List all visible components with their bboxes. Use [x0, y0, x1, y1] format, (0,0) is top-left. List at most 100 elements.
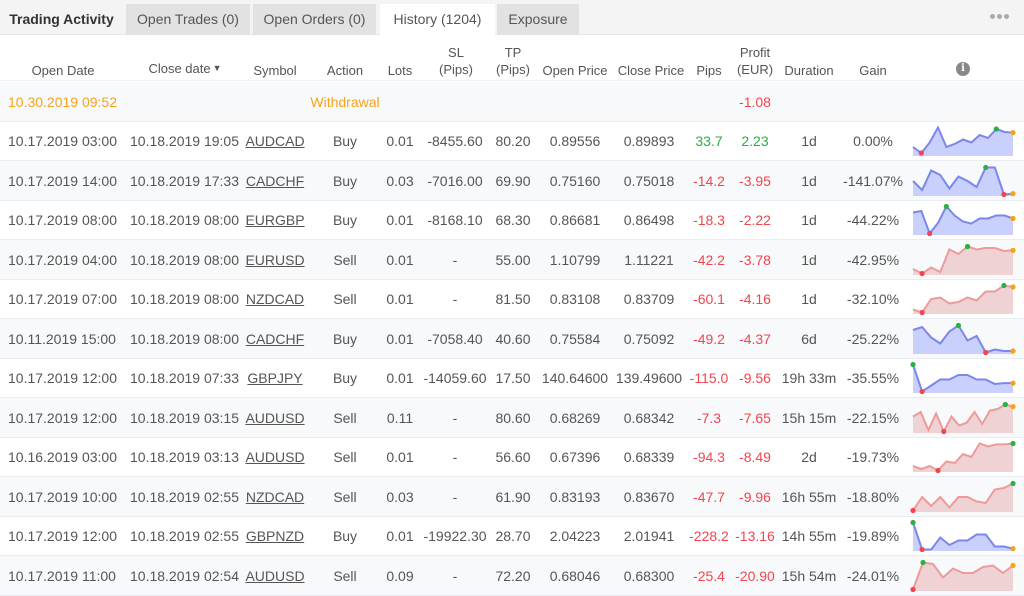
- sparkline-min-point: [935, 467, 941, 474]
- action-cell: Sell: [333, 567, 357, 584]
- gain-cell: -19.73%: [846, 449, 900, 465]
- symbol-cell[interactable]: EURGBP: [244, 200, 306, 240]
- col-profit[interactable]: Profit (EUR): [732, 44, 778, 78]
- withdrawal-label: Withdrawal: [310, 94, 380, 110]
- symbol-cell[interactable]: GBPNZD: [244, 516, 306, 556]
- sparkline-max-point: [993, 126, 999, 132]
- col-action[interactable]: Action: [316, 62, 374, 79]
- tab-exposure[interactable]: Exposure: [497, 4, 579, 35]
- pips-cell: -25.4: [693, 567, 725, 584]
- lots-cell: 0.09: [386, 567, 414, 584]
- sparkline-max-point: [964, 243, 971, 249]
- col-symbol[interactable]: Symbol: [244, 62, 306, 79]
- ellipsis-icon[interactable]: [990, 9, 1010, 23]
- close-price-cell: 1.11221: [624, 251, 674, 268]
- sparkline-min-point: [927, 230, 933, 237]
- col-close-price[interactable]: Close Price: [613, 62, 689, 79]
- col-tp[interactable]: TP (Pips): [490, 44, 536, 78]
- symbol-cell[interactable]: CADCHF: [244, 161, 306, 201]
- gain-cell: -44.22%: [846, 212, 900, 228]
- sparkline-last-point: [1010, 403, 1016, 409]
- action-cell: Sell: [333, 409, 357, 426]
- col-duration[interactable]: Duration: [780, 62, 838, 79]
- open-date-cell: 10.17.2019 03:00: [8, 133, 117, 149]
- withdrawal-date: 10.30.2019 09:52: [8, 94, 117, 110]
- table-row[interactable]: 10.17.2019 08:00 10.18.2019 08:00 EURGBP Bu…: [0, 200, 1024, 240]
- pips-cell: -47.7: [693, 488, 725, 505]
- action-cell: Buy: [332, 212, 358, 228]
- duration-cell: 15h 54m: [781, 567, 837, 584]
- duration-cell: 16h 55m: [781, 488, 837, 505]
- symbol-cell[interactable]: AUDUSD: [244, 437, 306, 477]
- pips-cell: -42.2: [693, 251, 725, 268]
- symbol-cell[interactable]: NZDCAD: [244, 477, 306, 517]
- sparkline-max-point: [1002, 401, 1008, 407]
- col-close-date[interactable]: Close date ▼: [126, 60, 244, 77]
- pips-cell: -94.3: [693, 449, 725, 465]
- close-price-cell: 0.86498: [623, 212, 675, 228]
- col-open-price[interactable]: Open Price: [540, 62, 610, 79]
- tp-cell: 17.50: [495, 370, 531, 386]
- table-row[interactable]: 10.17.2019 12:00 10.18.2019 07:33 GBPJPY Bu…: [0, 358, 1024, 398]
- sparkline-max-point: [943, 203, 949, 210]
- sparkline-max-point: [1010, 480, 1016, 486]
- pips-cell: -7.3: [696, 409, 722, 426]
- table-row[interactable]: 10.17.2019 14:00 10.18.2019 17:33 CADCHF Bu…: [0, 160, 1024, 201]
- table-row[interactable]: 10.16.2019 03:00 10.18.2019 03:13 AUDUSD Se…: [0, 437, 1024, 477]
- sl-cell: -8168.10: [427, 212, 483, 228]
- withdrawal-profit: -1.08: [739, 94, 771, 110]
- sparkline-chart: [912, 243, 1016, 276]
- col-sl[interactable]: SL (Pips): [426, 44, 486, 78]
- open-price-cell: 2.04223: [549, 528, 601, 544]
- sl-cell: -19922.30: [423, 528, 487, 544]
- tp-cell: 61.90: [495, 488, 531, 505]
- table-row[interactable]: 10.11.2019 15:00 10.18.2019 08:00 CADCHF Bu…: [0, 318, 1024, 359]
- tab-open-trades[interactable]: Open Trades (0): [126, 4, 250, 35]
- sparkline-chart: [910, 559, 1016, 592]
- sparkline-chart: [912, 203, 1016, 237]
- tab-history[interactable]: History (1204): [380, 4, 495, 36]
- symbol-cell[interactable]: AUDCAD: [244, 121, 306, 161]
- close-date-cell: 10.18.2019 17:33: [130, 172, 239, 189]
- profit-cell: -9.56: [739, 370, 771, 386]
- close-date-cell: 10.18.2019 03:13: [130, 449, 239, 465]
- col-profit-label: Profit: [739, 45, 771, 60]
- pips-cell: 33.7: [695, 133, 723, 149]
- close-date-cell: 10.18.2019 02:55: [130, 528, 239, 544]
- close-price-cell: 0.68300: [623, 567, 675, 584]
- close-price-cell: 0.68339: [623, 449, 675, 465]
- col-pips[interactable]: Pips: [690, 62, 728, 79]
- col-lots[interactable]: Lots: [380, 62, 420, 79]
- symbol-cell[interactable]: AUDUSD: [244, 398, 306, 438]
- sparkline-chart: [912, 322, 1016, 355]
- symbol-cell[interactable]: EURUSD: [244, 240, 306, 280]
- duration-cell: 1d: [801, 291, 817, 307]
- col-gain[interactable]: Gain: [846, 62, 900, 79]
- table-row[interactable]: 10.17.2019 10:00 10.18.2019 02:55 NZDCAD Se…: [0, 476, 1024, 517]
- table-row[interactable]: 10.17.2019 04:00 10.18.2019 08:00 EURUSD Se…: [0, 239, 1024, 280]
- tab-open-orders[interactable]: Open Orders (0): [253, 4, 376, 35]
- tp-cell: 56.60: [495, 449, 531, 465]
- table-row[interactable]: 10.17.2019 12:00 10.18.2019 02:55 GBPNZD Bu…: [0, 516, 1024, 556]
- table-row[interactable]: 10.17.2019 03:00 10.18.2019 19:05 AUDCAD Bu…: [0, 121, 1024, 161]
- info-icon[interactable]: i: [956, 62, 970, 76]
- symbol-cell[interactable]: GBPJPY: [244, 358, 306, 398]
- table-row[interactable]: 10.17.2019 07:00 10.18.2019 08:00 NZDCAD Se…: [0, 279, 1024, 319]
- symbol-cell[interactable]: AUDUSD: [244, 556, 306, 596]
- table-row[interactable]: 10.17.2019 11:00 10.18.2019 02:54 AUDUSD Se…: [0, 555, 1024, 596]
- table-row[interactable]: 10.17.2019 12:00 10.18.2019 03:15 AUDUSD Se…: [0, 397, 1024, 438]
- symbol-cell[interactable]: CADCHF: [244, 319, 306, 359]
- open-price-cell: 0.83193: [549, 488, 601, 505]
- close-date-cell: 10.18.2019 19:05: [130, 133, 239, 149]
- sl-cell: -14059.60: [423, 370, 487, 386]
- sparkline-max-point: [910, 519, 916, 526]
- symbol-cell[interactable]: NZDCAD: [244, 279, 306, 319]
- open-date-cell: 10.17.2019 12:00: [8, 370, 117, 386]
- sparkline-chart: [910, 519, 1016, 553]
- gain-cell: -18.80%: [846, 488, 900, 505]
- col-open-date[interactable]: Open Date: [0, 62, 126, 79]
- profit-cell: -13.16: [735, 528, 775, 544]
- close-date-cell: 10.18.2019 08:00: [130, 291, 239, 307]
- open-price-cell: 0.68269: [549, 409, 601, 426]
- sparkline-min-point: [910, 507, 916, 513]
